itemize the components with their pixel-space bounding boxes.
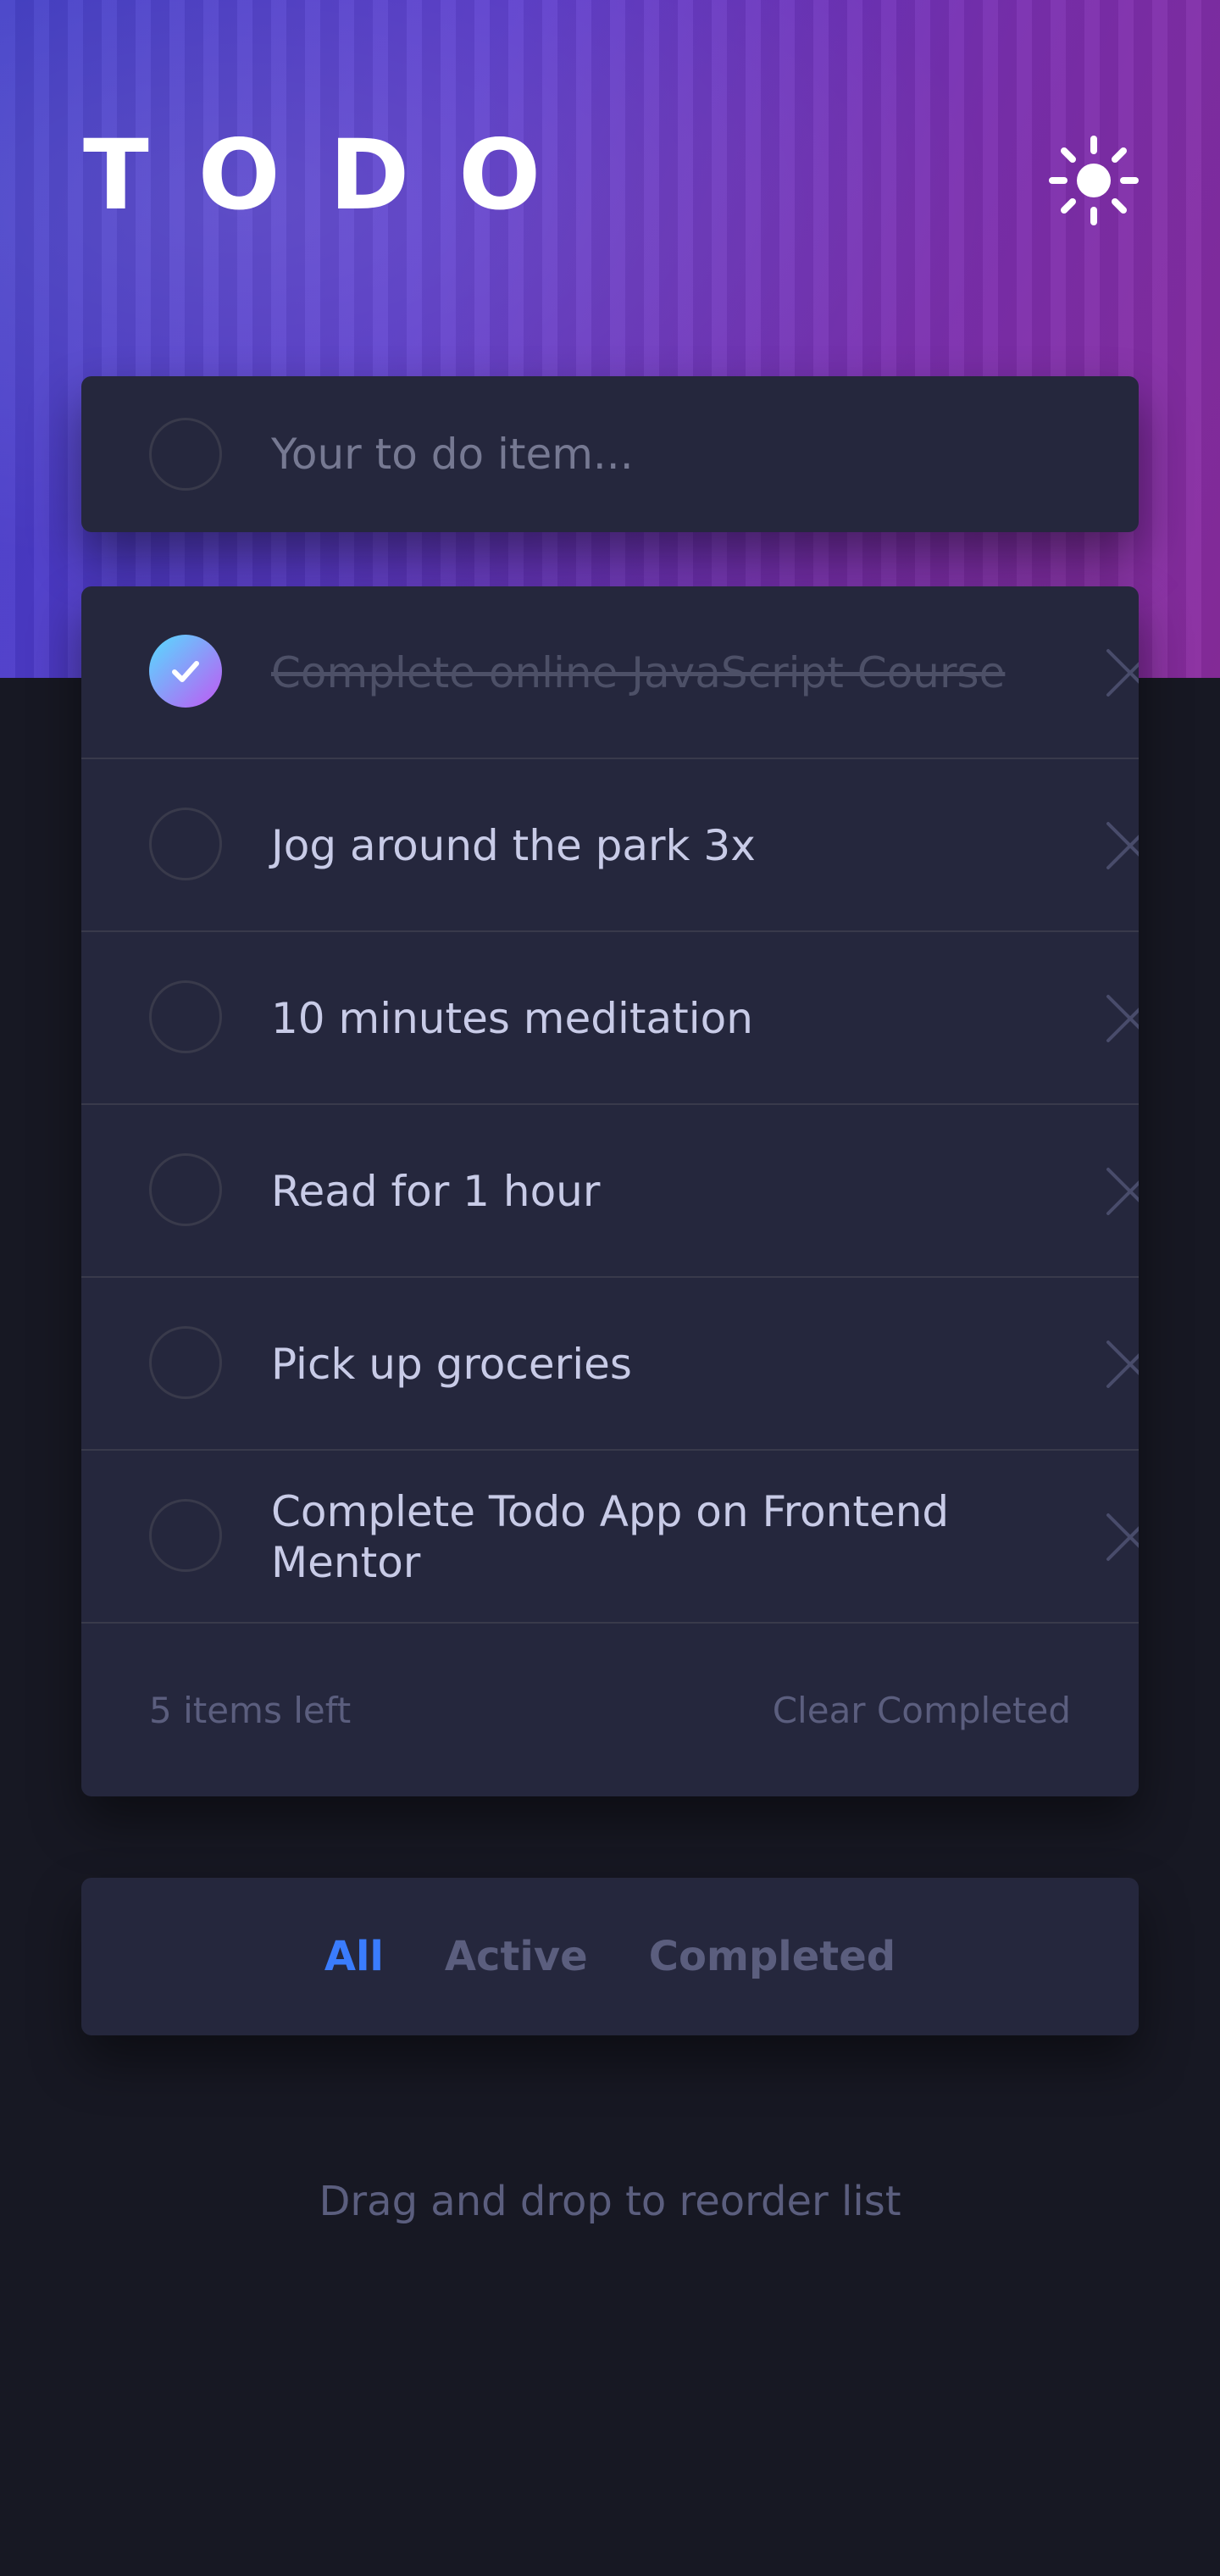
filter-active[interactable]: Active <box>445 1933 588 1980</box>
todo-item[interactable]: Complete online JavaScript Course <box>81 586 1139 759</box>
check-icon <box>172 661 199 682</box>
todo-checkbox-checked[interactable] <box>149 635 222 708</box>
todo-text: 10 minutes meditation <box>271 994 753 1043</box>
new-todo-checkbox[interactable] <box>149 418 222 491</box>
sun-icon <box>1049 136 1139 225</box>
todo-checkbox[interactable] <box>149 1153 222 1226</box>
hero-background <box>0 0 1220 678</box>
todo-checkbox[interactable] <box>149 808 222 880</box>
close-icon[interactable] <box>1103 1164 1139 1219</box>
filter-completed[interactable]: Completed <box>649 1933 896 1980</box>
todo-list: Complete online JavaScript Course Jog ar… <box>81 586 1139 1796</box>
reorder-hint: Drag and drop to reorder list <box>319 2178 901 2225</box>
new-todo-panel <box>81 376 1139 532</box>
todo-text: Jog around the park 3x <box>271 821 756 870</box>
close-icon[interactable] <box>1103 1510 1139 1564</box>
todo-checkbox[interactable] <box>149 1499 222 1572</box>
todo-item[interactable]: Jog around the park 3x <box>81 759 1139 932</box>
items-left-count: 5 items left <box>149 1690 352 1731</box>
todo-text: Read for 1 hour <box>271 1167 601 1216</box>
close-icon[interactable] <box>1103 819 1139 873</box>
todo-text: Complete online JavaScript Course <box>271 648 1006 697</box>
filter-all[interactable]: All <box>324 1933 384 1980</box>
todo-checkbox[interactable] <box>149 1326 222 1399</box>
close-icon[interactable] <box>1103 1337 1139 1391</box>
todo-checkbox[interactable] <box>149 980 222 1053</box>
close-icon[interactable] <box>1103 646 1139 700</box>
todo-item[interactable]: 10 minutes meditation <box>81 932 1139 1105</box>
todo-item[interactable]: Complete Todo App on Frontend Mentor <box>81 1451 1139 1624</box>
todo-text: Pick up groceries <box>271 1340 632 1389</box>
todo-item[interactable]: Pick up groceries <box>81 1278 1139 1451</box>
filter-bar: All Active Completed <box>81 1878 1139 2035</box>
theme-toggle-button[interactable] <box>1047 134 1140 227</box>
close-icon[interactable] <box>1103 991 1139 1046</box>
new-todo-input[interactable] <box>271 419 1084 490</box>
app-title: TODO <box>83 119 591 231</box>
clear-completed-button[interactable]: Clear Completed <box>773 1690 1071 1731</box>
list-footer: 5 items left Clear Completed <box>81 1624 1139 1796</box>
todo-item[interactable]: Read for 1 hour <box>81 1105 1139 1278</box>
todo-text: Complete Todo App on Frontend Mentor <box>271 1487 950 1587</box>
